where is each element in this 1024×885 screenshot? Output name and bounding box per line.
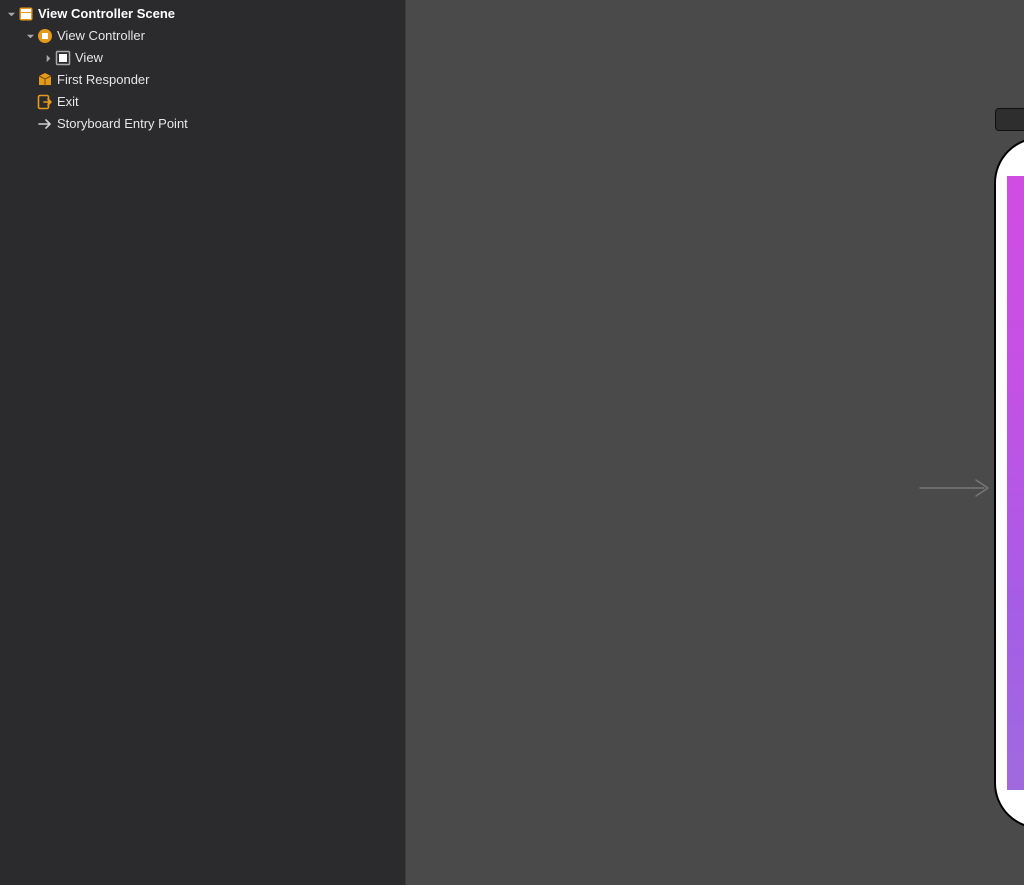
outline-entrypoint-label: Storyboard Entry Point — [57, 113, 188, 135]
outline-scene-label: View Controller Scene — [38, 3, 175, 25]
outline-viewcontroller-row[interactable]: View Controller — [0, 25, 405, 47]
outline-exit-label: Exit — [57, 91, 79, 113]
outline-firstresponder-row[interactable]: First Responder — [0, 69, 405, 91]
document-outline-panel: View Controller Scene View Controller — [0, 0, 405, 885]
view-icon — [55, 50, 71, 66]
outline-view-label: View — [75, 47, 103, 69]
exit-icon — [37, 94, 53, 110]
disclosure-triangle-icon[interactable] — [24, 32, 36, 41]
outline-exit-row[interactable]: Exit — [0, 91, 405, 113]
arrow-right-icon — [37, 116, 53, 132]
outline-entrypoint-row[interactable]: Storyboard Entry Point — [0, 113, 405, 135]
storyboard-canvas[interactable]: View Controller — [405, 0, 1024, 885]
outline-firstresponder-label: First Responder — [57, 69, 149, 91]
scene-icon — [18, 6, 34, 22]
outline-scene-row[interactable]: View Controller Scene — [0, 3, 405, 25]
device-frame[interactable] — [994, 137, 1024, 829]
outline-view-row[interactable]: View — [0, 47, 405, 69]
firstresponder-icon — [37, 72, 53, 88]
outline-viewcontroller-label: View Controller — [57, 25, 145, 47]
view-gradient[interactable] — [1007, 176, 1024, 790]
disclosure-triangle-icon[interactable] — [42, 54, 54, 63]
entry-point-arrow-icon[interactable] — [918, 478, 998, 503]
workspace: View Controller Scene View Controller — [0, 0, 1024, 885]
disclosure-triangle-icon[interactable] — [5, 10, 17, 19]
scene-title-bar[interactable]: View Controller — [995, 108, 1024, 131]
viewcontroller-icon — [37, 28, 53, 44]
